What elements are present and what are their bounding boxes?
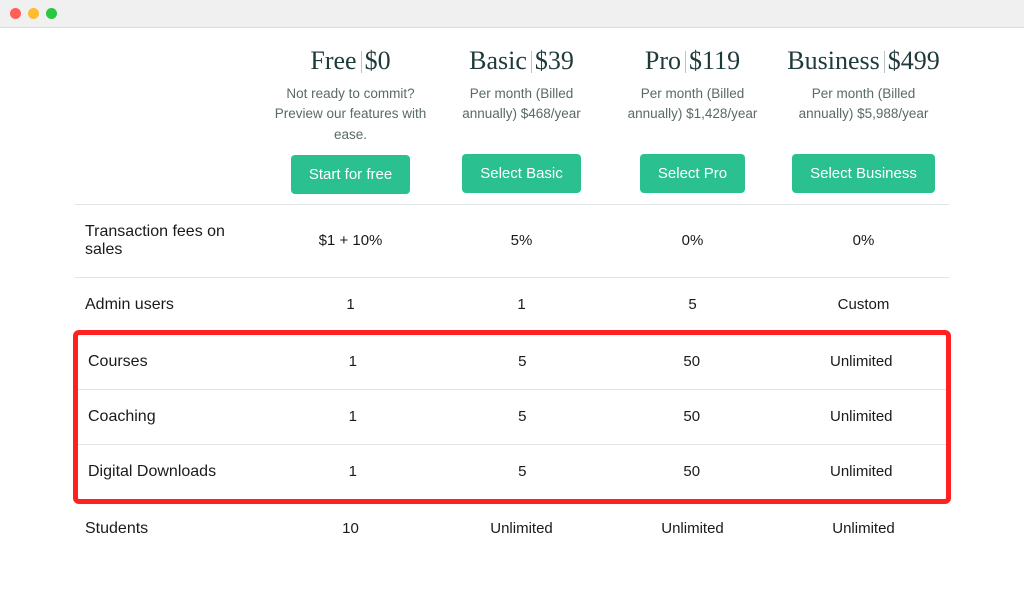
maximize-icon[interactable] [46, 8, 57, 19]
plan-price: $39 [535, 46, 574, 75]
row-cell: 5 [438, 444, 608, 499]
row-label-courses: Courses [78, 335, 268, 389]
row-label-admin-users: Admin users [75, 277, 265, 332]
row-label-transaction-fees: Transaction fees on sales [75, 204, 265, 277]
row-cell: Unlimited [607, 502, 778, 556]
row-cell: $1 + 10% [265, 204, 436, 277]
row-cell: 50 [607, 335, 777, 389]
plan-title-free: Free $0 [273, 46, 428, 76]
plan-header-free: Free $0 Not ready to commit? Preview our … [265, 28, 436, 204]
row-cell: 50 [607, 389, 777, 444]
plan-price: $499 [888, 46, 940, 75]
plan-name: Business [787, 46, 879, 75]
row-cell: Unlimited [777, 389, 947, 444]
row-label-students: Students [75, 502, 265, 556]
row-cell: 5 [438, 389, 608, 444]
close-icon[interactable] [10, 8, 21, 19]
row-cell: 0% [607, 204, 778, 277]
plan-price: $119 [689, 46, 740, 75]
select-business-button[interactable]: Select Business [792, 154, 935, 193]
plan-name: Pro [645, 46, 681, 75]
start-for-free-button[interactable]: Start for free [291, 155, 410, 194]
plan-header-pro: Pro $119 Per month (Billed annually) $1,4… [607, 28, 778, 204]
row-label-coaching: Coaching [78, 389, 268, 444]
select-basic-button[interactable]: Select Basic [462, 154, 581, 193]
row-cell: 1 [268, 389, 438, 444]
window-chrome [0, 0, 1024, 28]
row-cell: 5% [436, 204, 607, 277]
row-cell: 5 [607, 277, 778, 332]
row-cell: 1 [268, 335, 438, 389]
row-cell: Custom [778, 277, 949, 332]
row-cell: Unlimited [436, 502, 607, 556]
highlight-box: Courses 1 5 50 Unlimited Coaching 1 5 50… [73, 330, 951, 504]
row-cell: 1 [436, 277, 607, 332]
plan-title-pro: Pro $119 [615, 46, 770, 76]
plan-subtitle: Not ready to commit? Preview our feature… [273, 84, 428, 145]
row-label-digital-downloads: Digital Downloads [78, 444, 268, 499]
row-cell: 10 [265, 502, 436, 556]
row-cell: Unlimited [778, 502, 949, 556]
minimize-icon[interactable] [28, 8, 39, 19]
row-cell: Unlimited [777, 335, 947, 389]
row-cell: 0% [778, 204, 949, 277]
header-spacer [75, 28, 265, 204]
pricing-table: Free $0 Not ready to commit? Preview our … [0, 28, 1024, 591]
plan-subtitle: Per month (Billed annually) $1,428/year [615, 84, 770, 144]
plan-title-business: Business $499 [786, 46, 941, 76]
plan-name: Basic [469, 46, 527, 75]
plan-title-basic: Basic $39 [444, 46, 599, 76]
plan-subtitle: Per month (Billed annually) $5,988/year [786, 84, 941, 144]
plan-header-basic: Basic $39 Per month (Billed annually) $46… [436, 28, 607, 204]
plan-header-business: Business $499 Per month (Billed annually)… [778, 28, 949, 204]
row-cell: 50 [607, 444, 777, 499]
plan-name: Free [310, 46, 356, 75]
row-cell: 5 [438, 335, 608, 389]
row-cell: 1 [265, 277, 436, 332]
plan-price: $0 [365, 46, 391, 75]
row-cell: 1 [268, 444, 438, 499]
select-pro-button[interactable]: Select Pro [640, 154, 745, 193]
row-cell: Unlimited [777, 444, 947, 499]
plan-subtitle: Per month (Billed annually) $468/year [444, 84, 599, 144]
